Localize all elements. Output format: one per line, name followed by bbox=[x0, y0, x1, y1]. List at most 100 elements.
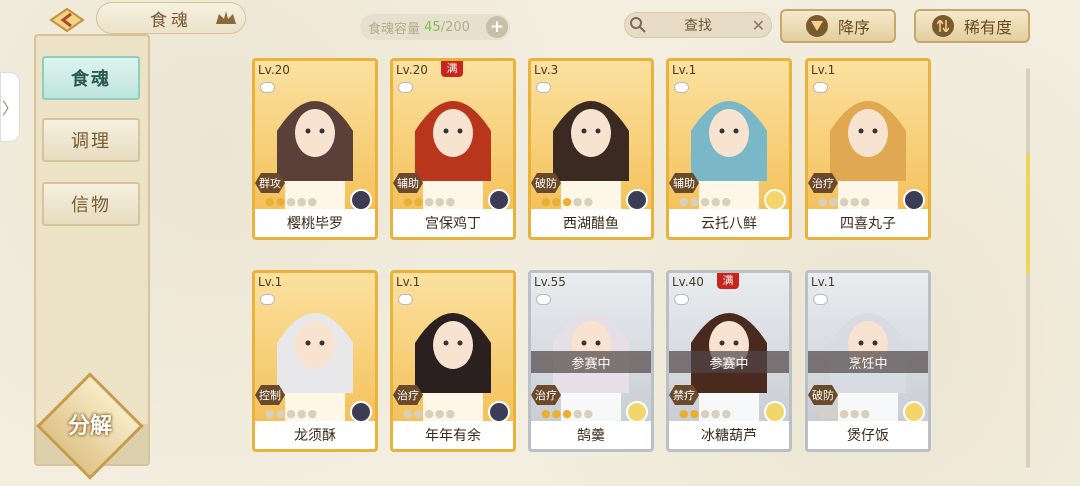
character-name: 冰糖葫芦 bbox=[669, 421, 789, 449]
flame-star-icon: ● bbox=[413, 407, 425, 420]
flame-star-icon: ● bbox=[541, 195, 552, 208]
role-badge: 群攻 bbox=[255, 173, 285, 193]
flame-star-icon: ● bbox=[572, 195, 584, 208]
eye-icon bbox=[536, 294, 551, 305]
flame-star-icon: ● bbox=[403, 407, 414, 420]
eye-icon bbox=[813, 82, 828, 93]
flame-star-icon: ● bbox=[679, 195, 690, 208]
level-label: Lv.1 bbox=[811, 63, 836, 77]
level-label: Lv.1 bbox=[672, 63, 697, 77]
search-input[interactable]: 查找 ✕ bbox=[624, 12, 772, 38]
star-rating: ●●●●● bbox=[265, 195, 318, 208]
flame-star-icon: ● bbox=[828, 407, 840, 420]
eye-icon bbox=[813, 294, 828, 305]
flame-star-icon: ● bbox=[583, 407, 595, 420]
flame-star-icon: ● bbox=[275, 407, 287, 420]
star-rating: ●●●●● bbox=[541, 195, 594, 208]
character-name: 年年有余 bbox=[393, 421, 513, 449]
element-icon bbox=[350, 189, 372, 211]
character-name: 煲仔饭 bbox=[808, 421, 928, 449]
element-icon bbox=[626, 401, 648, 423]
character-card[interactable]: 满 Lv.40 参赛中 禁疗 ●●●●● 冰糖葫芦 bbox=[666, 270, 792, 452]
character-card[interactable]: Lv.55 参赛中 治疗 ●●●●● 鹄羹 bbox=[528, 270, 654, 452]
status-badge: 参赛中 bbox=[531, 351, 651, 373]
character-card[interactable]: Lv.1 治疗 ●●●●● 四喜丸子 bbox=[805, 58, 931, 240]
sort-descending-button[interactable]: 降序 bbox=[780, 9, 896, 43]
sort-rarity-button[interactable]: 稀有度 bbox=[914, 9, 1030, 43]
role-badge: 辅助 bbox=[393, 173, 423, 193]
flame-star-icon: ● bbox=[839, 407, 850, 420]
role-badge: 治疗 bbox=[531, 385, 561, 405]
close-icon[interactable]: ✕ bbox=[752, 16, 765, 35]
character-card[interactable]: 满 Lv.20 辅助 ●●●●● 宫保鸡丁 bbox=[390, 58, 516, 240]
expand-side-tab[interactable]: 〉 bbox=[0, 72, 20, 142]
level-label: Lv.3 bbox=[534, 63, 559, 77]
star-rating: ●●●●● bbox=[403, 407, 456, 420]
character-card[interactable]: Lv.1 烹饪中 破防 ●●●●● 煲仔饭 bbox=[805, 270, 931, 452]
capacity-total: /200 bbox=[440, 19, 470, 35]
add-capacity-button[interactable]: + bbox=[486, 16, 508, 38]
flame-star-icon: ● bbox=[562, 195, 573, 208]
character-card[interactable]: Lv.1 控制 ●●●●● 龙须酥 bbox=[252, 270, 378, 452]
flame-star-icon: ● bbox=[839, 195, 850, 208]
element-icon bbox=[350, 401, 372, 423]
sort-descending-label: 降序 bbox=[837, 18, 870, 37]
flame-star-icon: ● bbox=[551, 407, 563, 420]
flame-star-icon: ● bbox=[434, 195, 446, 208]
character-name: 四喜丸子 bbox=[808, 209, 928, 237]
flame-star-icon: ● bbox=[275, 195, 287, 208]
flame-star-icon: ● bbox=[424, 407, 435, 420]
flame-star-icon: ● bbox=[424, 195, 435, 208]
back-button[interactable] bbox=[42, 6, 92, 34]
character-card[interactable]: Lv.1 辅助 ●●●●● 云托八鲜 bbox=[666, 58, 792, 240]
nav-item-shihun[interactable]: 食魂 bbox=[42, 56, 140, 100]
character-name: 鹄羹 bbox=[531, 421, 651, 449]
flame-star-icon: ● bbox=[849, 195, 861, 208]
star-rating: ●●●●● bbox=[818, 195, 871, 208]
decompose-button[interactable]: 分解 bbox=[48, 404, 132, 444]
flame-star-icon: ● bbox=[860, 407, 872, 420]
scrollbar-thumb[interactable] bbox=[1026, 154, 1030, 274]
top-bar: 食魂 食魂容量 45 /200 + 查找 ✕ 降序 稀有度 bbox=[0, 0, 1080, 52]
character-card[interactable]: Lv.3 破防 ●●●●● 西湖醋鱼 bbox=[528, 58, 654, 240]
level-label: Lv.1 bbox=[258, 275, 283, 289]
role-badge: 辅助 bbox=[669, 173, 699, 193]
flame-star-icon: ● bbox=[562, 407, 573, 420]
nav-item-xinwu[interactable]: 信物 bbox=[42, 182, 140, 226]
flame-star-icon: ● bbox=[710, 195, 722, 208]
nav-item-tiaoli[interactable]: 调理 bbox=[42, 118, 140, 162]
flame-star-icon: ● bbox=[679, 407, 690, 420]
eye-icon bbox=[674, 82, 689, 93]
flame-star-icon: ● bbox=[583, 195, 595, 208]
flame-star-icon: ● bbox=[434, 407, 446, 420]
crown-icon bbox=[214, 8, 238, 28]
element-icon bbox=[764, 189, 786, 211]
flame-star-icon: ● bbox=[413, 195, 425, 208]
element-icon bbox=[488, 401, 510, 423]
star-rating: ●●●●● bbox=[679, 407, 732, 420]
flame-star-icon: ● bbox=[445, 407, 457, 420]
character-card[interactable]: Lv.20 群攻 ●●●●● 樱桃毕罗 bbox=[252, 58, 378, 240]
character-card[interactable]: Lv.1 治疗 ●●●●● 年年有余 bbox=[390, 270, 516, 452]
flame-star-icon: ● bbox=[721, 195, 733, 208]
level-label: Lv.1 bbox=[396, 275, 421, 289]
role-badge: 控制 bbox=[255, 385, 285, 405]
star-rating: ●●●●● bbox=[679, 195, 732, 208]
character-name: 龙须酥 bbox=[255, 421, 375, 449]
flame-star-icon: ● bbox=[849, 407, 861, 420]
flame-star-icon: ● bbox=[689, 407, 701, 420]
scrollbar[interactable] bbox=[1026, 68, 1030, 468]
max-level-badge: 满 bbox=[441, 61, 463, 77]
flame-star-icon: ● bbox=[307, 195, 319, 208]
eye-icon bbox=[260, 82, 275, 93]
element-icon bbox=[764, 401, 786, 423]
element-icon bbox=[903, 189, 925, 211]
flame-star-icon: ● bbox=[860, 195, 872, 208]
flame-star-icon: ● bbox=[818, 195, 829, 208]
flame-star-icon: ● bbox=[296, 407, 308, 420]
capacity-indicator: 食魂容量 45 /200 + bbox=[360, 14, 510, 40]
role-badge: 破防 bbox=[531, 173, 561, 193]
max-level-badge: 满 bbox=[717, 273, 739, 289]
search-icon bbox=[630, 17, 646, 33]
eye-icon bbox=[398, 82, 413, 93]
